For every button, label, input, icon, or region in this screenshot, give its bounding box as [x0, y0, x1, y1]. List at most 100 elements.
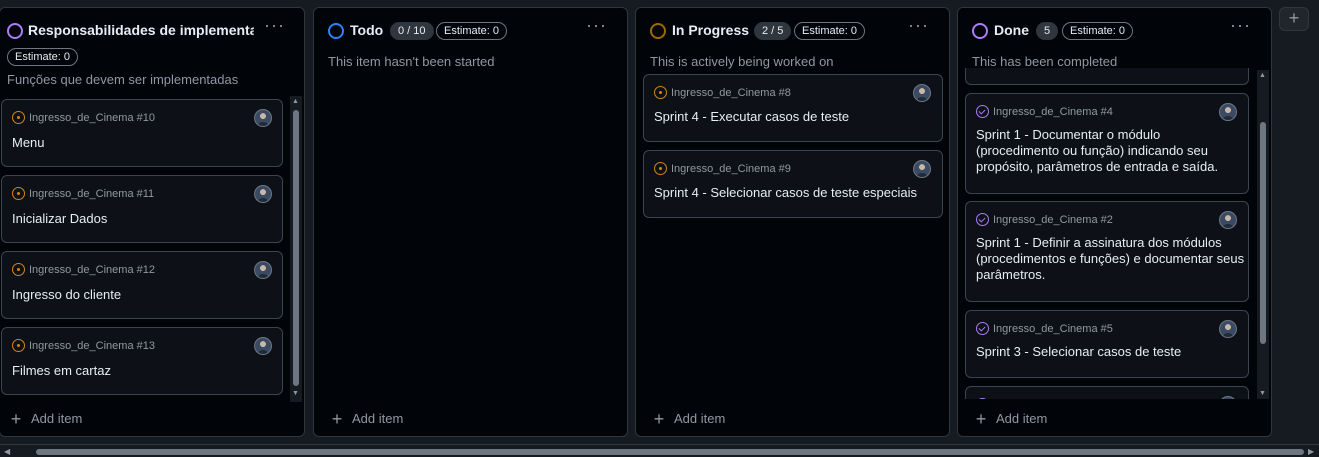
issue-card[interactable]: Ingresso_de_Cinema #4 Sprint 1 - Documen… — [965, 93, 1249, 194]
status-circle-icon — [650, 23, 666, 39]
column-description: This has been completed — [972, 54, 1118, 69]
item-count-badge: 2 / 5 — [754, 22, 792, 40]
assignee-avatar[interactable] — [254, 337, 272, 355]
column-responsabilidades: Responsabilidades de implementação ··· E… — [0, 7, 305, 437]
column-done: Done 5 Estimate: 0 ··· This has been com… — [957, 7, 1272, 437]
card-meta: Ingresso_de_Cinema #10 — [12, 111, 155, 124]
add-item-button[interactable]: + Add item — [974, 410, 1048, 428]
open-issue-icon — [654, 162, 667, 175]
issue-reference[interactable]: Ingresso_de_Cinema #8 — [671, 87, 791, 99]
column-todo: Todo 0 / 10 Estimate: 0 ··· This item ha… — [313, 7, 628, 437]
card-meta: Ingresso_de_Cinema #8 — [654, 86, 791, 99]
card-title-line: propósito, parâmetros de entrada e saída… — [976, 159, 1219, 174]
closed-issue-icon — [976, 322, 989, 335]
add-item-button[interactable]: + Add item — [330, 408, 404, 429]
column-menu-icon[interactable]: ··· — [908, 16, 929, 34]
add-item-button[interactable]: + Add item — [652, 410, 726, 428]
issue-reference[interactable]: Ingresso_de_Cinema #12 — [29, 264, 155, 276]
status-circle-icon — [972, 23, 988, 39]
issue-card[interactable]: Ingresso_de_Cinema #9 Sprint 4 - Selecio… — [643, 150, 943, 218]
assignee-avatar[interactable] — [254, 185, 272, 203]
column-in-progress: In Progress 2 / 5 Estimate: 0 ··· This i… — [635, 7, 950, 437]
assignee-avatar[interactable] — [1219, 320, 1237, 338]
closed-issue-icon — [976, 213, 989, 226]
card-meta: Ingresso_de_Cinema #4 — [976, 105, 1113, 118]
issue-reference[interactable]: Ingresso_de_Cinema #9 — [671, 163, 791, 175]
card-title-line: (procedimento ou função) indicando seu — [976, 143, 1208, 158]
issue-card[interactable]: Ingresso_de_Cinema #8 Sprint 4 - Executa… — [643, 74, 943, 142]
assignee-avatar[interactable] — [254, 109, 272, 127]
add-item-label: Add item — [674, 411, 726, 426]
status-circle-icon — [7, 23, 23, 39]
assignee-avatar[interactable] — [1219, 103, 1237, 121]
estimate-badge: Estimate: 0 — [7, 48, 79, 66]
issue-card[interactable]: Ingresso_de_Cinema #12 Ingresso do clien… — [1, 251, 283, 319]
issue-card[interactable]: Ingresso_de_Cinema #5 Sprint 3 - Selecio… — [965, 310, 1249, 378]
scroll-down-arrow-icon[interactable]: ▼ — [1259, 390, 1266, 398]
column-scrollbar[interactable]: ▲ ▼ — [290, 96, 302, 402]
card-meta: Ingresso_de_Cinema #11 — [12, 187, 154, 200]
assignee-avatar[interactable] — [1219, 211, 1237, 229]
item-count-badge: 5 — [1036, 22, 1059, 40]
assignee-avatar[interactable] — [254, 261, 272, 279]
open-issue-icon — [12, 111, 25, 124]
card-meta: Ingresso_de_Cinema #13 — [12, 339, 155, 352]
column-title: Responsabilidades de implementação — [28, 22, 254, 38]
plus-icon: + — [331, 408, 343, 429]
assignee-avatar[interactable] — [913, 84, 931, 102]
card-meta: Ingresso_de_Cinema #12 — [12, 263, 155, 276]
issue-card[interactable]: Ingresso_de_Cinema #2 Sprint 1 - Definir… — [965, 201, 1249, 302]
scrollbar-thumb[interactable] — [293, 110, 299, 386]
card-title-line: Sprint 3 - Selecionar casos de teste — [976, 344, 1182, 359]
card-title[interactable]: Filmes em cartaz — [12, 363, 111, 379]
add-item-label: Add item — [31, 411, 83, 426]
estimate-badge: Estimate: 0 — [1062, 22, 1134, 40]
issue-reference[interactable]: Ingresso_de_Cinema #5 — [993, 323, 1113, 335]
scrollbar-thumb[interactable] — [36, 449, 1304, 455]
card-title[interactable]: Sprint 1 - Definir a assinatura dos módu… — [976, 235, 1244, 283]
card-meta: Ingresso_de_Cinema #9 — [654, 162, 791, 175]
open-issue-icon — [654, 86, 667, 99]
column-title: Todo — [350, 22, 384, 38]
scroll-down-arrow-icon[interactable]: ▼ — [292, 390, 299, 398]
estimate-badge: Estimate: 0 — [436, 22, 508, 40]
column-scrollbar[interactable]: ▲ ▼ — [1257, 70, 1269, 402]
issue-reference[interactable]: Ingresso_de_Cinema #2 — [993, 214, 1113, 226]
card-title[interactable]: Ingresso do cliente — [12, 287, 121, 303]
status-circle-icon — [328, 23, 344, 39]
column-description: Funções que devem ser implementadas — [7, 72, 239, 87]
project-board: Responsabilidades de implementação ··· E… — [0, 0, 1319, 457]
card-title[interactable]: Sprint 1 - Documentar o módulo (procedim… — [976, 127, 1218, 175]
add-column-button[interactable]: + — [1279, 7, 1309, 31]
open-issue-icon — [12, 339, 25, 352]
issue-reference[interactable]: Ingresso_de_Cinema #13 — [29, 340, 155, 352]
card-title[interactable]: Menu — [12, 135, 45, 151]
card-meta: Ingresso_de_Cinema #2 — [976, 213, 1113, 226]
scroll-up-arrow-icon[interactable]: ▲ — [1259, 72, 1266, 80]
board-horizontal-scrollbar[interactable]: ◀ ▶ — [0, 444, 1319, 457]
add-item-button[interactable]: + Add item — [9, 410, 83, 428]
card-title[interactable]: Sprint 4 - Executar casos de teste — [654, 109, 849, 125]
scrollbar-thumb[interactable] — [1260, 122, 1266, 344]
estimate-badge: Estimate: 0 — [794, 22, 866, 40]
assignee-avatar[interactable] — [913, 160, 931, 178]
issue-card[interactable]: Ingresso_de_Cinema #11 Inicializar Dados — [1, 175, 283, 243]
scroll-up-arrow-icon[interactable]: ▲ — [292, 98, 299, 106]
card-title[interactable]: Inicializar Dados — [12, 211, 107, 227]
scroll-right-arrow-icon[interactable]: ▶ — [1308, 447, 1314, 456]
add-item-label: Add item — [352, 411, 404, 426]
column-description: This item hasn't been started — [328, 54, 495, 69]
closed-issue-icon — [976, 105, 989, 118]
card-title[interactable]: Sprint 4 - Selecionar casos de teste esp… — [654, 185, 917, 201]
card-title[interactable]: Sprint 3 - Selecionar casos de teste — [976, 344, 1181, 360]
issue-card[interactable]: Ingresso_de_Cinema #10 Menu — [1, 99, 283, 167]
add-item-bar: + Add item — [958, 399, 1271, 436]
issue-reference[interactable]: Ingresso_de_Cinema #10 — [29, 112, 155, 124]
issue-reference[interactable]: Ingresso_de_Cinema #4 — [993, 106, 1113, 118]
scroll-left-arrow-icon[interactable]: ◀ — [4, 447, 10, 456]
column-menu-icon[interactable]: ··· — [264, 16, 285, 34]
column-menu-icon[interactable]: ··· — [1230, 16, 1251, 34]
issue-reference[interactable]: Ingresso_de_Cinema #11 — [29, 188, 154, 200]
issue-card[interactable]: Ingresso_de_Cinema #13 Filmes em cartaz — [1, 327, 283, 395]
column-menu-icon[interactable]: ··· — [586, 16, 607, 34]
